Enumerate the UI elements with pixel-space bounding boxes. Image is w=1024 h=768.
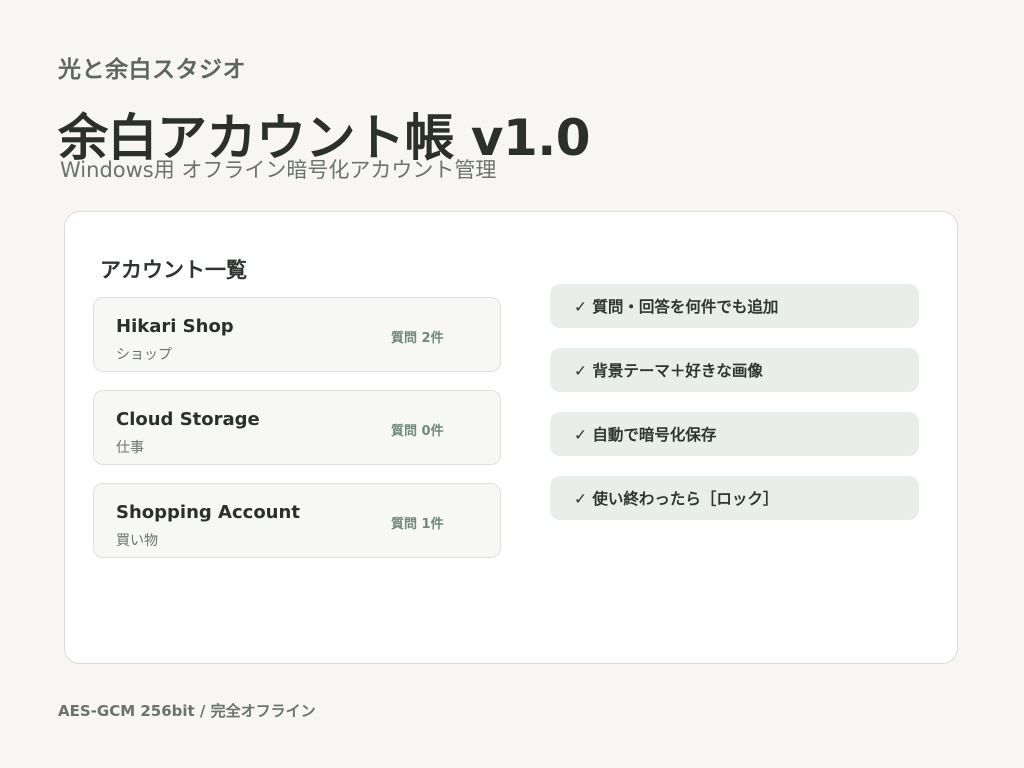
account-card-cloud-storage[interactable]: Cloud Storage 仕事 質問 0件 bbox=[93, 390, 501, 465]
footer-note: AES-GCM 256bit / 完全オフライン bbox=[58, 702, 316, 720]
studio-name: 光と余白スタジオ bbox=[58, 57, 246, 83]
account-card-shopping-account[interactable]: Shopping Account 買い物 質問 1件 bbox=[93, 483, 501, 558]
account-category: ショップ bbox=[116, 347, 172, 363]
account-list: Hikari Shop ショップ 質問 2件 Cloud Storage 仕事 … bbox=[93, 297, 501, 576]
question-count: 質問 1件 bbox=[391, 517, 444, 532]
account-card-hikari-shop[interactable]: Hikari Shop ショップ 質問 2件 bbox=[93, 297, 501, 372]
account-category: 仕事 bbox=[116, 440, 144, 456]
feature-item: ✓ 自動で暗号化保存 bbox=[550, 412, 919, 456]
feature-list: ✓ 質問・回答を何件でも追加 ✓ 背景テーマ＋好きな画像 ✓ 自動で暗号化保存 … bbox=[550, 284, 919, 540]
account-category: 買い物 bbox=[116, 533, 158, 549]
account-name: Shopping Account bbox=[116, 502, 300, 523]
question-count: 質問 0件 bbox=[391, 424, 444, 439]
feature-item: ✓ 質問・回答を何件でも追加 bbox=[550, 284, 919, 328]
question-count: 質問 2件 bbox=[391, 331, 444, 346]
app-subtitle: Windows用 オフライン暗号化アカウント管理 bbox=[60, 158, 497, 182]
feature-item: ✓ 背景テーマ＋好きな画像 bbox=[550, 348, 919, 392]
account-list-title: アカウント一覧 bbox=[100, 258, 247, 282]
account-name: Hikari Shop bbox=[116, 316, 234, 337]
feature-item: ✓ 使い終わったら［ロック］ bbox=[550, 476, 919, 520]
main-panel: アカウント一覧 Hikari Shop ショップ 質問 2件 Cloud Sto… bbox=[64, 211, 958, 664]
account-name: Cloud Storage bbox=[116, 409, 260, 430]
